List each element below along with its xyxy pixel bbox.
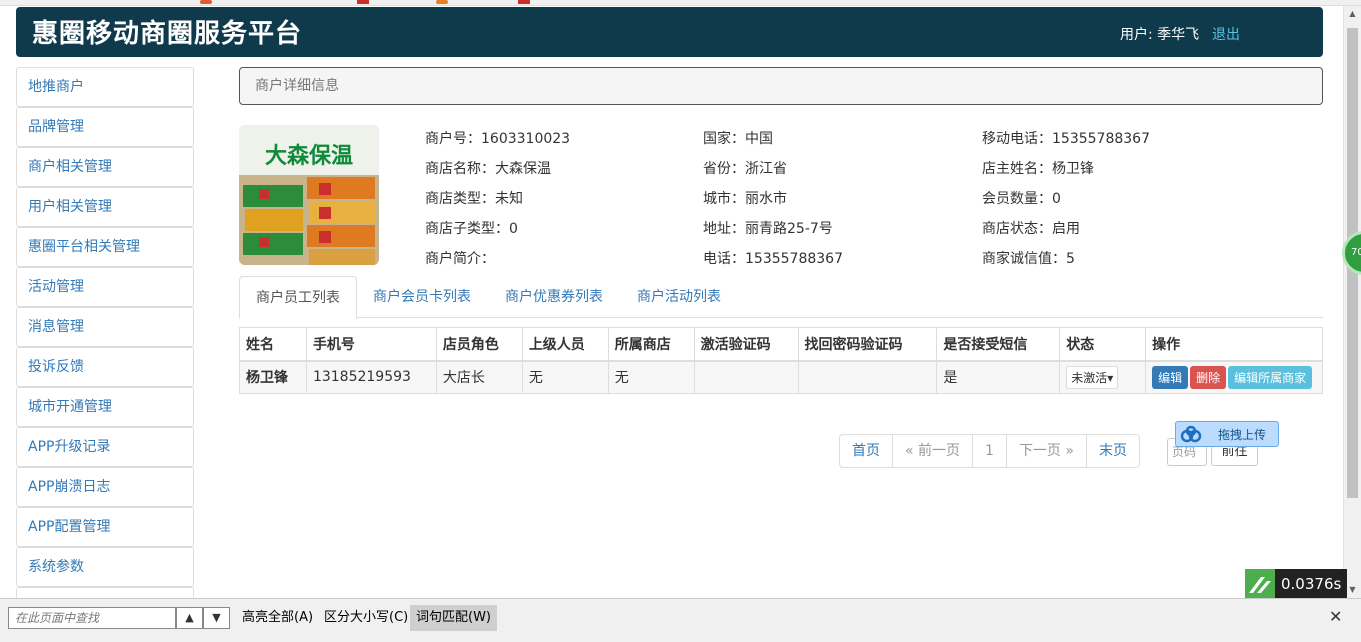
edit-button[interactable]: 编辑	[1152, 365, 1189, 389]
tab-favicon[interactable]	[357, 0, 369, 4]
cloud-upload-icon	[1180, 425, 1202, 443]
scroll-up-icon[interactable]: ▲	[1344, 6, 1361, 22]
detail-shop-type: 商店类型：未知	[425, 191, 523, 207]
sidebar-item-app-upgrades[interactable]: APP升级记录	[16, 427, 194, 467]
sidebar-item-activities[interactable]: 活动管理	[16, 267, 194, 307]
logout-link[interactable]: 退出	[1212, 24, 1240, 44]
detail-mobile: 移动电话：15355788367	[982, 131, 1150, 147]
current-user: 用户: 季华飞	[1120, 27, 1200, 43]
page-last[interactable]: 末页	[1087, 435, 1139, 467]
detail-member-count: 会员数量：0	[982, 191, 1061, 207]
close-icon[interactable]: ✕	[1329, 607, 1342, 626]
page-next[interactable]: 下一页 »	[1007, 435, 1087, 467]
cell-status: 未激活▾	[1059, 360, 1147, 394]
cell-superior: 无	[521, 360, 609, 394]
column-header: 激活验证码	[693, 327, 799, 362]
tab-favicon[interactable]	[436, 0, 448, 4]
sidebar-item-platform-management[interactable]: 惠圈平台相关管理	[16, 227, 194, 267]
top-header: 惠圈移动商圈服务平台 用户: 季华飞 退出	[16, 7, 1323, 57]
sidebar-item-complaints[interactable]: 投诉反馈	[16, 347, 194, 387]
employee-table: 姓名 手机号 店员角色 上级人员 所属商店 激活验证码 找回密码验证码 是否接受…	[239, 327, 1323, 394]
sidebar-item-app-config[interactable]: APP配置管理	[16, 507, 194, 547]
find-prev-icon[interactable]: ▲	[176, 607, 203, 629]
pagination: 首页 « 前一页 1 下一页 » 末页	[839, 434, 1140, 468]
detail-merchant-id: 商户号：1603310023	[425, 131, 571, 147]
sidebar-item-partial[interactable]	[16, 587, 194, 598]
tab-member-cards[interactable]: 商户会员卡列表	[357, 276, 487, 318]
match-case-option[interactable]: 区分大小写(C)	[318, 605, 414, 631]
status-value: 未激活	[1071, 370, 1108, 385]
column-header: 手机号	[305, 327, 437, 362]
tab-favicon[interactable]	[518, 0, 530, 4]
vertical-scrollbar[interactable]: ▲ ▼	[1343, 6, 1361, 598]
cell-shop: 无	[607, 360, 695, 394]
cell-sms: 是	[936, 360, 1061, 394]
detail-shop-name: 商店名称：大森保温	[425, 161, 551, 177]
cell-activate-code	[693, 360, 799, 394]
page-current[interactable]: 1	[973, 435, 1007, 467]
sidebar-item-brands[interactable]: 品牌管理	[16, 107, 194, 147]
timing-badge: 0.0376s	[1245, 569, 1348, 599]
shop-sign-text: 大森保温	[265, 143, 353, 169]
page-prev[interactable]: « 前一页	[893, 435, 974, 467]
column-header: 状态	[1059, 327, 1147, 362]
delete-button[interactable]: 删除	[1190, 365, 1227, 389]
detail-shop-subtype: 商店子类型：0	[425, 221, 518, 237]
find-in-page-bar: 在此页面中查找 ▲ ▼ 高亮全部(A) 区分大小写(C) 词句匹配(W) ✕	[0, 598, 1361, 642]
table-header-row: 姓名 手机号 店员角色 上级人员 所属商店 激活验证码 找回密码验证码 是否接受…	[239, 327, 1323, 362]
cell-name: 杨卫锋	[239, 360, 307, 394]
column-header: 是否接受短信	[936, 327, 1061, 362]
tab-activities[interactable]: 商户活动列表	[621, 276, 737, 318]
column-header: 找回密码验证码	[797, 327, 938, 362]
sidebar-item-merchants[interactable]: 地推商户	[16, 67, 194, 107]
upload-label: 拖拽上传	[1218, 428, 1267, 442]
sidebar-item-messages[interactable]: 消息管理	[16, 307, 194, 347]
status-dropdown[interactable]: 未激活▾	[1066, 365, 1119, 389]
cell-phone: 13185219593	[305, 360, 437, 394]
cell-actions: 编辑 删除 编辑所属商家	[1145, 360, 1323, 394]
tab-favicon[interactable]	[200, 0, 212, 4]
drag-upload-widget[interactable]: 拖拽上传	[1175, 421, 1279, 447]
detail-tabs: 商户员工列表 商户会员卡列表 商户优惠券列表 商户活动列表	[239, 276, 1323, 319]
shop-photo: 大森保温	[239, 125, 379, 265]
sidebar-item-merchant-management[interactable]: 商户相关管理	[16, 147, 194, 187]
detail-credit-value: 商家诚信值：5	[982, 251, 1075, 267]
edit-shop-button[interactable]: 编辑所属商家	[1228, 365, 1313, 389]
timing-value: 0.0376s	[1275, 569, 1348, 599]
sidebar-nav: 地推商户 品牌管理 商户相关管理 用户相关管理 惠圈平台相关管理 活动管理 消息…	[16, 67, 194, 598]
sidebar-item-app-crash-logs[interactable]: APP崩溃日志	[16, 467, 194, 507]
brand-title: 惠圈移动商圈服务平台	[32, 19, 303, 49]
detail-province: 省份：浙江省	[703, 161, 787, 177]
find-next-icon[interactable]: ▼	[203, 607, 230, 629]
browser-tab-strip	[0, 0, 1361, 6]
highlight-all-option[interactable]: 高亮全部(A)	[236, 605, 319, 631]
detail-city: 城市：丽水市	[703, 191, 787, 207]
panel-title: 商户详细信息	[239, 67, 1323, 105]
find-input[interactable]: 在此页面中查找	[8, 607, 176, 629]
column-header: 操作	[1145, 327, 1323, 362]
detail-address: 地址：丽青路25-7号	[703, 221, 833, 237]
tab-coupons[interactable]: 商户优惠券列表	[489, 276, 619, 318]
column-header: 姓名	[239, 327, 307, 362]
page-first[interactable]: 首页	[840, 435, 893, 467]
detail-country: 国家：中国	[703, 131, 773, 147]
whole-word-option[interactable]: 词句匹配(W)	[410, 605, 497, 631]
detail-shop-status: 商店状态：启用	[982, 221, 1080, 237]
column-header: 所属商店	[607, 327, 695, 362]
cell-role: 大店长	[435, 360, 523, 394]
detail-owner-name: 店主姓名：杨卫锋	[982, 161, 1094, 177]
table-row: 杨卫锋 13185219593 大店长 无 无 是 未激活▾ 编辑 删除 编辑所属商…	[239, 360, 1323, 394]
cell-reset-code	[797, 360, 938, 394]
column-header: 店员角色	[435, 327, 523, 362]
sidebar-item-user-management[interactable]: 用户相关管理	[16, 187, 194, 227]
caret-down-icon: ▾	[1107, 370, 1114, 385]
sidebar-item-system-params[interactable]: 系统参数	[16, 547, 194, 587]
detail-phone: 电话：15355788367	[703, 251, 843, 267]
timing-logo-icon	[1245, 569, 1275, 599]
tab-employees[interactable]: 商户员工列表	[239, 276, 357, 319]
sidebar-item-city-management[interactable]: 城市开通管理	[16, 387, 194, 427]
column-header: 上级人员	[521, 327, 609, 362]
detail-intro: 商户简介：	[425, 251, 495, 267]
